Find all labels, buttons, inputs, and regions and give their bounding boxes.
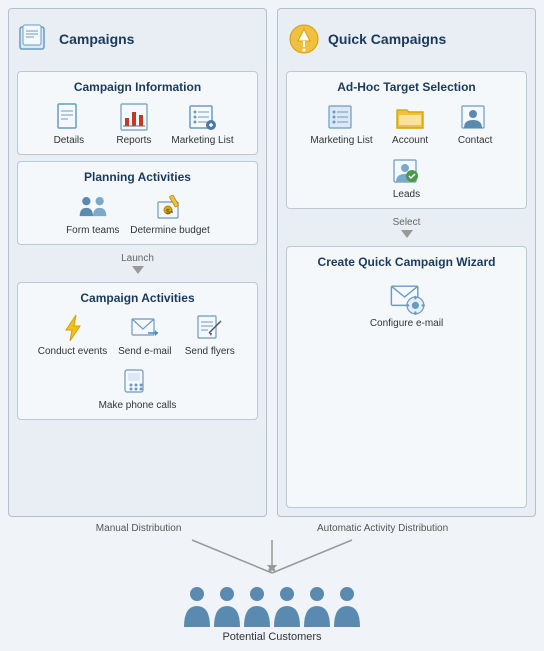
bottom-section: Manual Distribution Automatic Activity D…	[8, 517, 536, 643]
main-container: Campaigns Campaign Information Details	[0, 0, 544, 651]
phone-icon	[122, 367, 152, 397]
adhoc-account-item[interactable]: Account	[383, 102, 438, 146]
converging-arrows	[122, 538, 422, 578]
campaigns-panel: Campaigns Campaign Information Details	[8, 8, 267, 517]
quick-campaigns-panel: Quick Campaigns Ad-Hoc Target Selection	[277, 8, 536, 517]
automatic-distribution-label: Automatic Activity Distribution	[317, 523, 448, 534]
determine-budget-item[interactable]: $ Determine budget	[130, 192, 210, 236]
campaign-info-box: Campaign Information Details	[17, 71, 258, 155]
details-label: Details	[54, 135, 85, 146]
adhoc-title: Ad-Hoc Target Selection	[295, 80, 518, 94]
send-email-item[interactable]: Send e-mail	[117, 313, 172, 357]
quick-campaigns-header: Quick Campaigns	[286, 17, 527, 65]
campaigns-icon	[17, 21, 53, 57]
adhoc-contact-label: Contact	[458, 135, 492, 146]
campaigns-header: Campaigns	[17, 17, 258, 65]
form-teams-label: Form teams	[66, 225, 119, 236]
campaign-activities-box: Campaign Activities Conduct events	[17, 282, 258, 420]
configure-email-icon	[389, 279, 425, 315]
adhoc-marketing-list-item[interactable]: Marketing List	[310, 102, 372, 146]
adhoc-box: Ad-Hoc Target Selection Ma	[286, 71, 527, 209]
campaigns-title: Campaigns	[59, 31, 134, 47]
list-icon	[188, 102, 218, 132]
account-icon	[395, 102, 425, 132]
team-icon	[78, 192, 108, 222]
marketing-list-icon	[327, 102, 357, 132]
make-phone-calls-label: Make phone calls	[99, 400, 177, 411]
campaign-info-title: Campaign Information	[26, 80, 249, 94]
leads-icon	[392, 156, 422, 186]
campaign-info-grid: Details Reports	[26, 102, 249, 146]
launch-arrow-down	[132, 266, 144, 274]
campaign-activities-grid: Conduct events Send e-mail	[26, 313, 249, 411]
quick-campaigns-title: Quick Campaigns	[328, 31, 446, 47]
send-flyers-label: Send flyers	[185, 346, 235, 357]
lightning-icon	[58, 313, 88, 343]
adhoc-leads-item[interactable]: Leads	[379, 156, 434, 200]
reports-item[interactable]: Reports	[106, 102, 161, 146]
svg-text:$: $	[166, 209, 170, 216]
planning-title: Planning Activities	[26, 170, 249, 184]
flyer-icon	[195, 313, 225, 343]
select-arrow: Select	[286, 217, 527, 238]
select-label: Select	[393, 217, 421, 228]
manual-distribution-label: Manual Distribution	[96, 523, 182, 534]
conduct-events-item[interactable]: Conduct events	[38, 313, 108, 357]
configure-email-label: Configure e-mail	[370, 318, 443, 329]
email-icon	[130, 313, 160, 343]
potential-customers-label: Potential Customers	[222, 631, 321, 643]
launch-label: Launch	[121, 253, 154, 264]
details-item[interactable]: Details	[41, 102, 96, 146]
planning-box: Planning Activities Form teams	[17, 161, 258, 245]
determine-budget-label: Determine budget	[130, 225, 210, 236]
make-phone-calls-item[interactable]: Make phone calls	[99, 367, 177, 411]
form-teams-item[interactable]: Form teams	[65, 192, 120, 236]
wizard-grid: Configure e-mail	[295, 279, 518, 329]
wizard-title: Create Quick Campaign Wizard	[295, 255, 518, 269]
marketing-list-item[interactable]: Marketing List	[171, 102, 233, 146]
adhoc-account-label: Account	[392, 135, 428, 146]
adhoc-contact-item[interactable]: Contact	[448, 102, 503, 146]
wizard-box: Create Quick Campaign Wizard	[286, 246, 527, 508]
adhoc-leads-label: Leads	[393, 189, 420, 200]
bottom-labels: Manual Distribution Automatic Activity D…	[8, 523, 536, 534]
potential-customers-icons	[182, 582, 362, 627]
top-section: Campaigns Campaign Information Details	[8, 8, 536, 517]
conduct-events-label: Conduct events	[38, 346, 108, 357]
quick-campaigns-icon	[286, 21, 322, 57]
marketing-list-label: Marketing List	[171, 135, 233, 146]
document-icon	[54, 102, 84, 132]
adhoc-marketing-list-label: Marketing List	[310, 135, 372, 146]
planning-grid: Form teams $ Determine budget	[26, 192, 249, 236]
reports-label: Reports	[116, 135, 151, 146]
launch-arrow: Launch	[17, 253, 258, 274]
people-svg	[182, 582, 362, 627]
configure-email-item[interactable]: Configure e-mail	[370, 279, 443, 329]
adhoc-grid: Marketing List Account	[295, 102, 518, 200]
select-arrow-down	[401, 230, 413, 238]
send-email-label: Send e-mail	[118, 346, 171, 357]
campaign-activities-title: Campaign Activities	[26, 291, 249, 305]
contact-icon	[460, 102, 490, 132]
budget-icon: $	[155, 192, 185, 222]
chart-icon	[119, 102, 149, 132]
send-flyers-item[interactable]: Send flyers	[182, 313, 237, 357]
